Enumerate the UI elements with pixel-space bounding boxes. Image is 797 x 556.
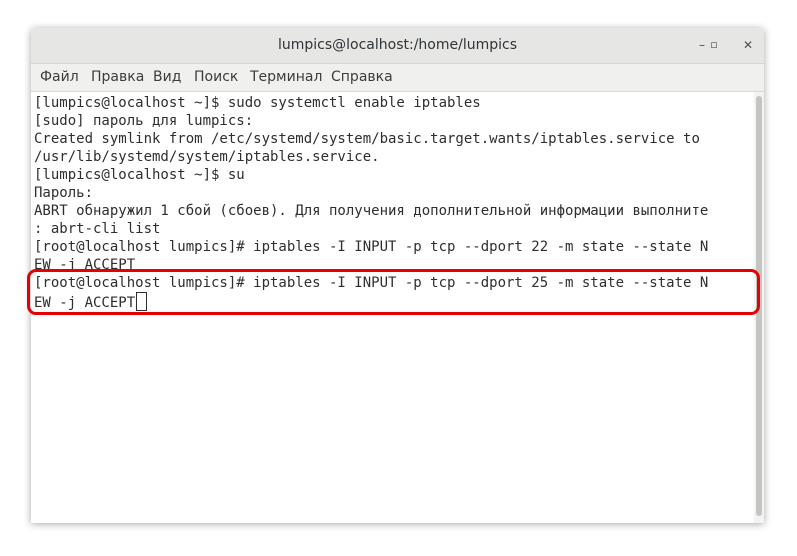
highlight-frame <box>27 269 760 315</box>
menu-search[interactable]: Поиск <box>194 69 238 85</box>
menu-help[interactable]: Справка <box>331 69 393 85</box>
terminal-line: [lumpics@localhost ~]$ su <box>34 167 245 183</box>
terminal-line: [lumpics@localhost ~]$ sudo systemctl en… <box>34 95 481 111</box>
close-button[interactable]: ✕ <box>739 36 757 54</box>
terminal-line: [sudo] пароль для lumpics: <box>34 113 254 129</box>
terminal-line: : abrt-cli list <box>34 221 161 237</box>
maximize-button[interactable]: ▫ <box>705 36 723 54</box>
menu-terminal[interactable]: Терминал <box>250 69 322 85</box>
terminal-line: Пароль: <box>34 185 94 201</box>
menu-view[interactable]: Вид <box>153 69 181 85</box>
title-bar[interactable]: lumpics@localhost:/home/lumpics – ▫ ✕ <box>31 28 764 64</box>
terminal-line: /usr/lib/systemd/system/iptables.service… <box>34 149 380 165</box>
menu-edit[interactable]: Правка <box>91 69 144 85</box>
menu-file[interactable]: Файл <box>40 69 79 85</box>
terminal-line: ABRT обнаружил 1 сбой (сбоев). Для получ… <box>34 203 709 219</box>
menu-bar: Файл Правка Вид Поиск Терминал Справка <box>31 64 764 92</box>
terminal-line: Created symlink from /etc/systemd/system… <box>34 131 700 147</box>
window-title: lumpics@localhost:/home/lumpics <box>277 37 518 53</box>
terminal-line: [root@localhost lumpics]# iptables -I IN… <box>34 239 709 255</box>
